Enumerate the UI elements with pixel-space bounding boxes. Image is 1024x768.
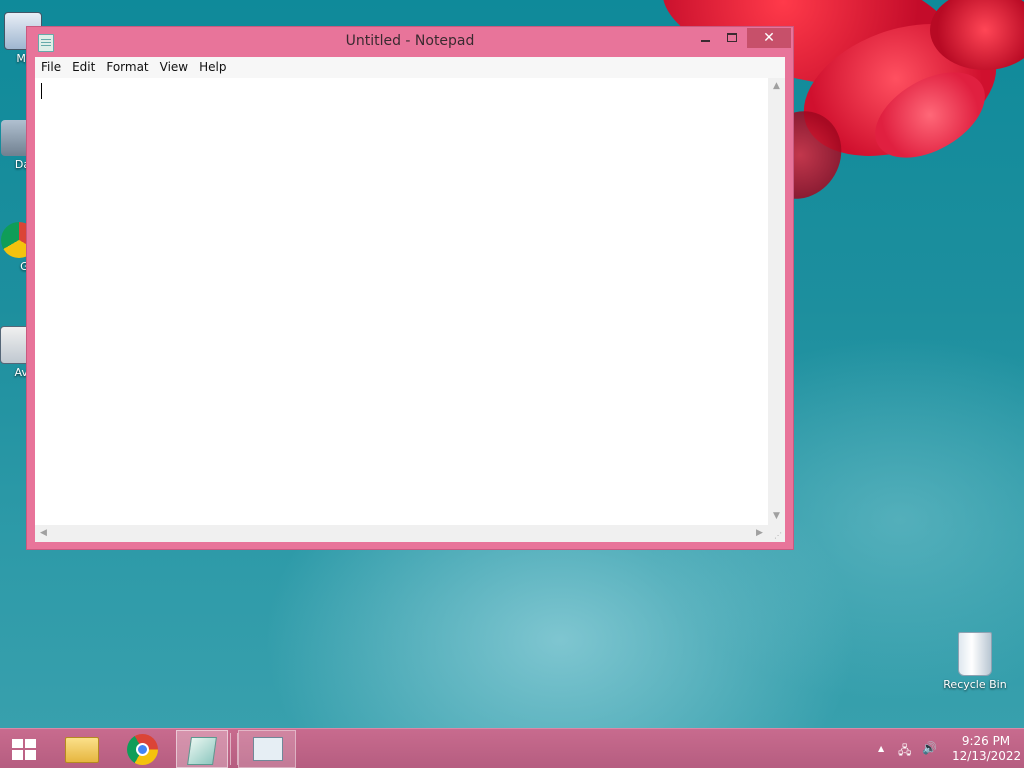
clock-time: 9:26 PM — [961, 734, 1011, 748]
horizontal-scrollbar[interactable]: ◀ ▶ — [35, 525, 768, 542]
file-explorer-button[interactable] — [56, 730, 106, 768]
chrome-icon — [127, 734, 158, 765]
performance-monitor-button[interactable] — [238, 730, 296, 768]
menu-format[interactable]: Format — [101, 57, 153, 78]
minimize-icon — [700, 40, 710, 42]
notepad-taskbar-button[interactable] — [176, 730, 228, 768]
scroll-up-arrow-icon[interactable]: ▲ — [768, 78, 785, 95]
vertical-scrollbar[interactable]: ▲ ▼ — [768, 78, 785, 525]
clock-date: 12/13/2022 — [952, 749, 1022, 763]
windows-logo-icon — [12, 739, 36, 760]
chrome-button[interactable] — [118, 730, 168, 768]
title-bar[interactable]: Untitled - Notepad ✕ — [27, 27, 793, 57]
close-button[interactable]: ✕ — [747, 28, 791, 48]
menu-help[interactable]: Help — [194, 57, 231, 78]
maximize-icon — [727, 33, 737, 42]
text-editor-area[interactable] — [35, 78, 768, 525]
window-title: Untitled - Notepad — [345, 33, 475, 49]
resize-grip-icon: ⋰ — [774, 531, 782, 540]
desktop: My C Data G C Av Ar Recycle Bin Untitled… — [0, 0, 1024, 768]
text-caret — [41, 83, 42, 99]
scroll-down-arrow-icon[interactable]: ▼ — [768, 508, 785, 525]
notepad-icon — [187, 737, 217, 765]
file-explorer-icon — [65, 737, 99, 763]
network-icon[interactable]: 🖧 — [898, 741, 911, 762]
performance-monitor-icon — [253, 737, 283, 761]
system-tray: ▲ 🖧 🔊 9:26 PM 12/13/2022 — [872, 729, 1024, 768]
recycle-bin-icon — [958, 632, 992, 676]
start-button[interactable] — [0, 730, 48, 768]
menu-edit[interactable]: Edit — [67, 57, 100, 78]
menu-bar: File Edit Format View Help — [35, 57, 785, 79]
maximize-button[interactable] — [719, 28, 745, 48]
close-icon: ✕ — [763, 30, 775, 46]
notepad-window[interactable]: Untitled - Notepad ✕ File Edit Format View H… — [26, 26, 794, 550]
taskbar-clock[interactable]: 9:26 PM 12/13/2022 — [952, 734, 1022, 764]
scroll-left-arrow-icon[interactable]: ◀ — [35, 525, 52, 542]
minimize-button[interactable] — [692, 28, 718, 48]
show-hidden-icons-arrow[interactable]: ▲ — [878, 744, 884, 753]
volume-icon[interactable]: 🔊 — [922, 741, 937, 755]
desktop-icon-recycle-bin[interactable]: Recycle Bin — [938, 632, 1012, 692]
scroll-right-arrow-icon[interactable]: ▶ — [751, 525, 768, 542]
resize-grip[interactable]: ⋰ — [768, 525, 785, 542]
taskbar-group-separator — [230, 733, 238, 765]
menu-view[interactable]: View — [155, 57, 193, 78]
menu-file[interactable]: File — [36, 57, 66, 78]
taskbar: ▲ 🖧 🔊 9:26 PM 12/13/2022 — [0, 728, 1024, 768]
